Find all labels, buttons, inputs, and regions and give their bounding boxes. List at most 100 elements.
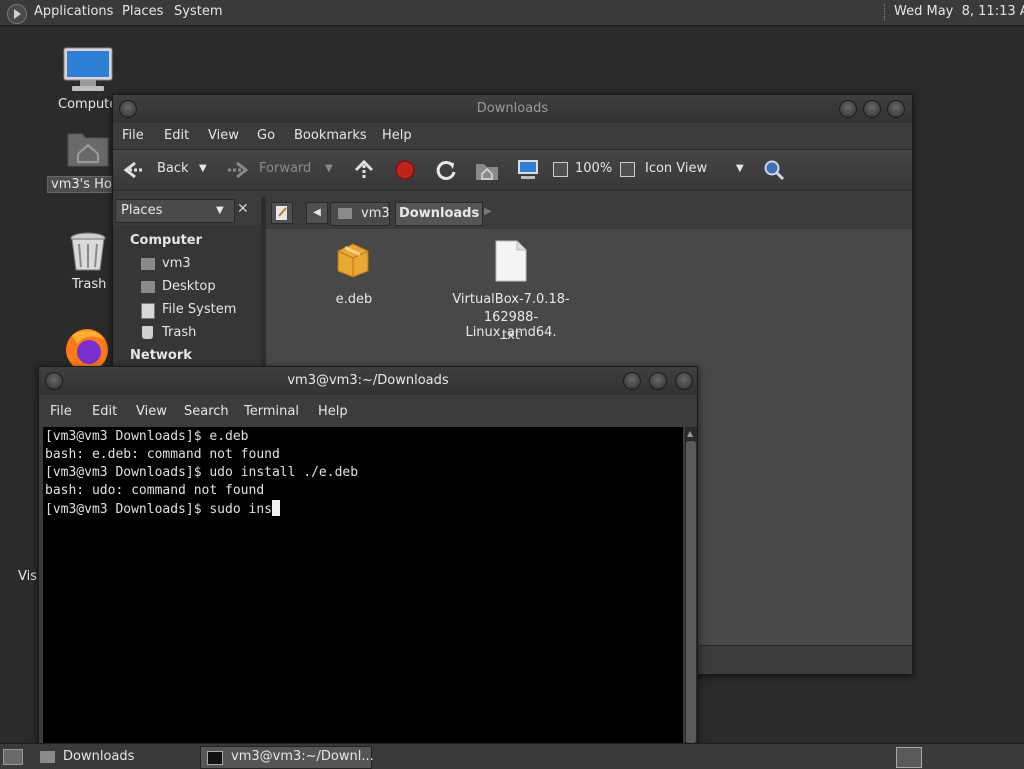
home-icon[interactable] <box>475 159 499 181</box>
desktop-folder-icon <box>141 281 155 293</box>
menu-search[interactable]: Search <box>184 404 229 419</box>
file-manager-menubar: File Edit View Go Bookmarks Help <box>113 123 912 149</box>
terminal-menubar: File Edit View Search Terminal Help <box>39 399 697 425</box>
close-sidebar-icon[interactable]: ✕ <box>237 201 249 217</box>
home-folder-desktop-icon[interactable] <box>66 128 110 168</box>
close-button[interactable] <box>675 372 693 390</box>
trash-icon <box>70 232 106 271</box>
task-terminal[interactable]: vm3@vm3:~/Downl... <box>200 746 374 769</box>
file-manager-titlebar[interactable]: Downloads <box>113 95 912 123</box>
forward-history-chevron-icon[interactable]: ▼ <box>325 163 333 174</box>
applications-menu[interactable]: Applications <box>34 4 113 19</box>
minimize-button[interactable] <box>839 100 857 118</box>
breadcrumb-vm3[interactable]: vm3 <box>330 202 390 226</box>
bottom-panel: Downloads vm3@vm3:~/Downl... <box>0 743 1024 769</box>
scrollbar-thumb[interactable] <box>686 441 696 743</box>
breadcrumb-downloads[interactable]: Downloads <box>395 202 484 226</box>
gnome-foot-icon[interactable] <box>7 4 27 24</box>
filesystem-icon <box>141 303 155 319</box>
sidebar-heading-computer: Computer <box>130 233 203 248</box>
breadcrumb-left-arrow-icon[interactable]: ◀ <box>306 202 328 224</box>
maximize-button[interactable] <box>649 372 667 390</box>
terminal-icon <box>207 751 223 765</box>
monitor-icon <box>63 47 113 91</box>
folder-icon <box>40 751 55 763</box>
terminal-cursor <box>271 500 280 516</box>
scroll-up-icon[interactable]: ▲ <box>687 429 693 438</box>
clock[interactable]: Wed May 8, 11:13 AM <box>894 4 1024 19</box>
up-arrow-icon[interactable] <box>354 159 374 181</box>
stop-icon[interactable] <box>394 159 416 181</box>
menu-file[interactable]: File <box>122 128 144 143</box>
back-arrow-icon[interactable] <box>123 160 145 180</box>
breadcrumb-vm3-label: vm3 <box>361 206 390 221</box>
zoom-level: 100% <box>575 161 613 176</box>
task-downloads[interactable]: Downloads <box>33 746 196 767</box>
sidebar-selector[interactable]: Places ▼ <box>115 199 235 223</box>
menu-edit[interactable]: Edit <box>164 128 189 143</box>
menu-view[interactable]: View <box>208 128 239 143</box>
forward-button[interactable]: Forward <box>259 161 311 176</box>
reload-icon[interactable] <box>435 159 457 181</box>
edit-location-icon[interactable] <box>271 202 293 224</box>
window-title: vm3@vm3:~/Downloads <box>287 373 449 388</box>
file-name: e.deb <box>335 292 373 307</box>
menu-file[interactable]: File <box>50 404 72 419</box>
search-icon[interactable] <box>763 159 785 181</box>
sidebar-item-vm3[interactable]: vm3 <box>162 256 191 271</box>
firefox-desktop-icon[interactable] <box>64 326 110 368</box>
menu-help[interactable]: Help <box>318 404 348 419</box>
view-mode-chevron-icon[interactable]: ▼ <box>736 163 744 174</box>
show-desktop-icon[interactable] <box>3 749 23 765</box>
trash-desktop-icon[interactable] <box>68 230 108 274</box>
sidebar-heading-network: Network <box>130 348 192 363</box>
sidebar-selector-label: Places <box>121 203 163 218</box>
menu-edit[interactable]: Edit <box>92 404 117 419</box>
home-folder-icon <box>338 208 352 219</box>
close-button[interactable] <box>887 100 905 118</box>
terminal-scrollbar[interactable]: ▲ <box>685 427 697 747</box>
trash-desktop-label: Trash <box>72 277 107 292</box>
terminal-line: bash: e.deb: command not found <box>45 447 280 462</box>
sidebar-selector-chevron-icon: ▼ <box>216 205 224 216</box>
trash-icon <box>142 326 153 339</box>
package-icon <box>337 243 369 278</box>
breadcrumb-right-arrow-icon[interactable]: ▶ <box>484 206 492 217</box>
menu-help[interactable]: Help <box>382 128 412 143</box>
home-folder-desktop-label: vm3's Hor <box>47 176 119 193</box>
back-history-chevron-icon[interactable]: ▼ <box>199 163 207 174</box>
terminal-window: vm3@vm3:~/Downloads File Edit View Searc… <box>38 366 698 752</box>
terminal-line: [vm3@vm3 Downloads]$ udo install ./e.deb <box>45 465 359 480</box>
computer-desktop-label: Compute <box>58 97 118 112</box>
terminal-titlebar[interactable]: vm3@vm3:~/Downloads <box>39 367 697 395</box>
places-menu[interactable]: Places <box>122 4 163 19</box>
system-menu[interactable]: System <box>174 4 222 19</box>
window-title: Downloads <box>476 101 549 116</box>
file-name-line-1: VirtualBox-7.0.18- <box>452 292 570 307</box>
top-panel: Applications Places System Wed May 8, 11… <box>0 0 1024 26</box>
menu-bookmarks[interactable]: Bookmarks <box>294 128 367 143</box>
terminal-line: [vm3@vm3 Downloads]$ e.deb <box>45 429 249 444</box>
forward-arrow-icon <box>228 161 249 179</box>
location-bar: ◀ vm3 Downloads ▶ <box>266 197 912 229</box>
terminal-output: [vm3@vm3 Downloads]$ e.deb bash: e.deb: … <box>45 428 358 519</box>
zoom-out-icon[interactable] <box>553 162 568 177</box>
panel-separator <box>884 4 887 21</box>
task-downloads-label: Downloads <box>63 749 135 764</box>
minimize-button[interactable] <box>623 372 641 390</box>
menu-go[interactable]: Go <box>257 128 275 143</box>
sidebar-item-file-system[interactable]: File System <box>162 302 236 317</box>
sidebar-item-trash[interactable]: Trash <box>162 325 196 340</box>
menu-terminal[interactable]: Terminal <box>244 404 299 419</box>
terminal-screen[interactable]: [vm3@vm3 Downloads]$ e.deb bash: e.deb: … <box>43 427 683 747</box>
workspace-switcher-icon[interactable] <box>896 747 922 768</box>
menu-view[interactable]: View <box>136 404 167 419</box>
file-manager-toolbar: Back ▼ Forward ▼ 100% Icon View ▼ <box>113 149 912 191</box>
computer-desktop-icon[interactable] <box>62 46 114 94</box>
maximize-button[interactable] <box>863 100 881 118</box>
view-mode-selector[interactable]: Icon View <box>645 161 707 176</box>
computer-icon[interactable] <box>516 159 540 181</box>
zoom-in-icon[interactable] <box>620 162 635 177</box>
back-button[interactable]: Back <box>157 161 189 176</box>
sidebar-item-desktop[interactable]: Desktop <box>162 279 216 294</box>
